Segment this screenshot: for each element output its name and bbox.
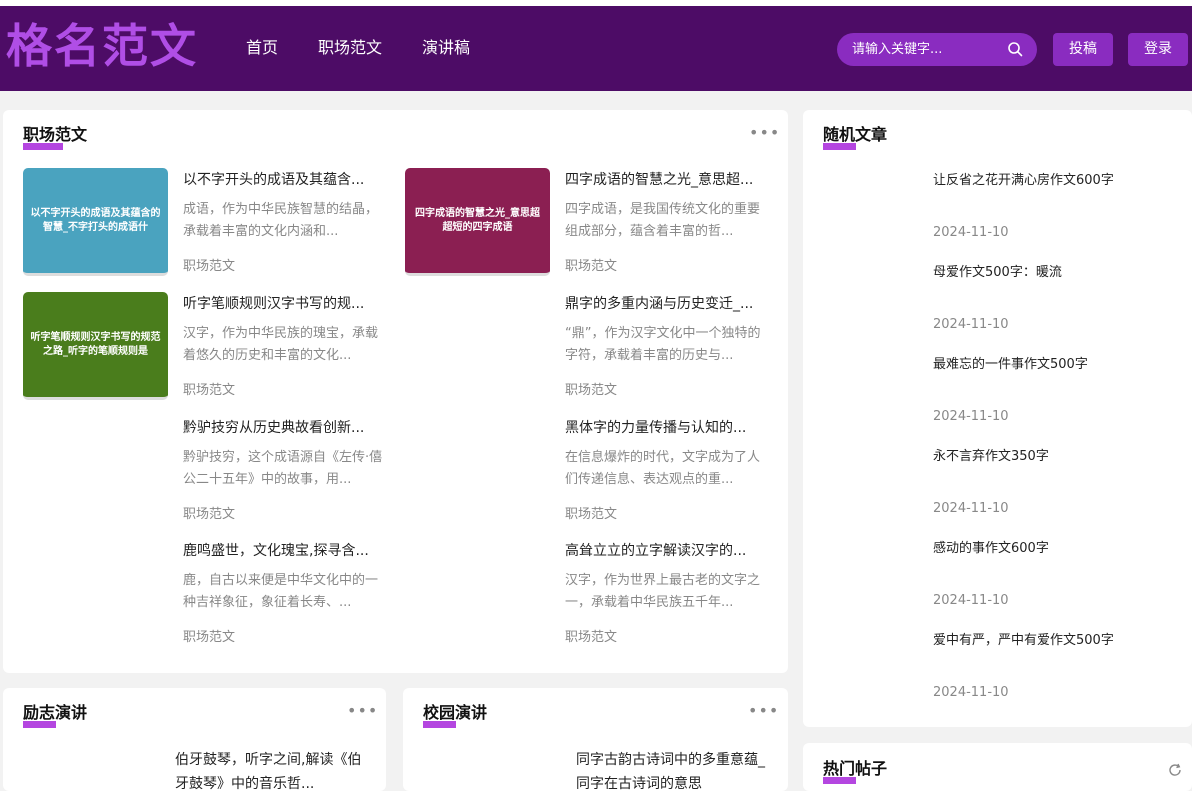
random-article-date: 2024-11-10 xyxy=(933,593,1009,608)
article-summary: 成语，作为中华民族智慧的结晶，承载着丰富的文化内涵和... xyxy=(183,202,379,239)
login-button[interactable]: 登录 xyxy=(1128,33,1188,66)
speech-link[interactable]: 同字古韵古诗词中的多重意蕴_同字在古诗词的意思 xyxy=(576,748,766,791)
card-title: 励志演讲 xyxy=(23,703,88,722)
more-icon[interactable]: ••• xyxy=(748,703,779,719)
submit-button[interactable]: 投稿 xyxy=(1053,33,1113,66)
more-icon[interactable]: ••• xyxy=(749,125,780,141)
article-category[interactable]: 职场范文 xyxy=(183,629,235,647)
article-title[interactable]: 黔驴技穷从历史典故看创新... xyxy=(183,418,383,438)
article-summary: 黔驴技穷，这个成语源自《左传·僖公二十五年》中的故事，用... xyxy=(183,450,383,487)
article-summary: 四字成语，是我国传统文化的重要组成部分，蕴含着丰富的哲... xyxy=(565,202,761,239)
card-title: 职场范文 xyxy=(23,125,88,144)
site-logo[interactable]: 格名范文 xyxy=(6,18,198,74)
random-article-link[interactable]: 让反省之花开满心房作文600字 xyxy=(933,172,1114,190)
random-article-link[interactable]: 母爱作文500字：暖流 xyxy=(933,264,1062,282)
article-category[interactable]: 职场范文 xyxy=(565,258,617,276)
article-title[interactable]: 高耸立立的立字解读汉字的... xyxy=(565,541,765,561)
search-icon[interactable] xyxy=(1007,41,1023,57)
article-category[interactable]: 职场范文 xyxy=(183,258,235,276)
random-article-link[interactable]: 感动的事作文600字 xyxy=(933,540,1049,558)
site-header: 格名范文 首页 职场范文 演讲稿 请输入关键字... 投稿 登录 xyxy=(0,6,1192,91)
search-box[interactable]: 请输入关键字... xyxy=(837,33,1037,66)
card-title: 随机文章 xyxy=(823,125,888,144)
article-title[interactable]: 黑体字的力量传播与认知的... xyxy=(565,418,765,438)
random-article-date: 2024-11-10 xyxy=(933,409,1009,424)
random-article-link[interactable]: 永不言弃作文350字 xyxy=(933,448,1049,466)
campus-speech-card: 校园演讲 ••• 同字古韵古诗词中的多重意蕴_同字在古诗词的意思 xyxy=(403,688,788,791)
random-article-date: 2024-11-10 xyxy=(933,317,1009,332)
article-category[interactable]: 职场范文 xyxy=(565,382,617,400)
inspire-speech-card: 励志演讲 ••• 伯牙鼓琴，听字之间,解读《伯牙鼓琴》中的音乐哲... xyxy=(3,688,386,791)
refresh-icon[interactable] xyxy=(1167,762,1183,778)
article-category[interactable]: 职场范文 xyxy=(565,506,617,524)
article-title[interactable]: 以不字开头的成语及其蕴含... xyxy=(183,170,383,190)
article-thumbnail[interactable]: 听字笔顺规则汉字书写的规范之路_听字的笔顺规则是 xyxy=(23,292,168,400)
article-thumbnail[interactable]: 四字成语的智慧之光_意思超超短的四字成语 xyxy=(405,168,550,276)
speech-link[interactable]: 伯牙鼓琴，听字之间,解读《伯牙鼓琴》中的音乐哲... xyxy=(175,748,365,791)
random-articles-card: 随机文章 让反省之花开满心房作文600字 2024-11-10 母爱作文500字… xyxy=(803,110,1192,727)
article-summary: 在信息爆炸的时代，文字成为了人们传递信息、表达观点的重... xyxy=(565,450,761,487)
article-title[interactable]: 鹿鸣盛世，文化瑰宝,探寻含... xyxy=(183,541,383,561)
random-article-link[interactable]: 最难忘的一件事作文500字 xyxy=(933,356,1088,374)
article-title[interactable]: 鼎字的多重内涵与历史变迁_... xyxy=(565,294,765,314)
random-article-date: 2024-11-10 xyxy=(933,685,1009,700)
search-input[interactable]: 请输入关键字... xyxy=(852,41,942,58)
random-article-date: 2024-11-10 xyxy=(933,225,1009,240)
article-thumbnail[interactable]: 以不字开头的成语及其蕴含的智慧_不字打头的成语什 xyxy=(23,168,168,276)
article-category[interactable]: 职场范文 xyxy=(183,506,235,524)
article-title[interactable]: 四字成语的智慧之光_意思超... xyxy=(565,170,765,190)
card-title: 校园演讲 xyxy=(423,703,488,722)
random-article-link[interactable]: 爱中有严，严中有爱作文500字 xyxy=(933,632,1114,650)
article-summary: “鼎”，作为汉字文化中一个独特的字符，承载着丰富的历史与... xyxy=(565,326,761,363)
article-summary: 鹿，自古以来便是中华文化中的一种吉祥象征，象征着长寿、... xyxy=(183,573,379,610)
nav-home[interactable]: 首页 xyxy=(246,36,278,60)
nav-workplace[interactable]: 职场范文 xyxy=(318,36,382,60)
random-article-date: 2024-11-10 xyxy=(933,501,1009,516)
card-title: 热门帖子 xyxy=(823,759,888,778)
article-category[interactable]: 职场范文 xyxy=(565,629,617,647)
article-summary: 汉字，作为中华民族的瑰宝，承载着悠久的历史和丰富的文化... xyxy=(183,326,379,363)
workplace-card: 职场范文 ••• 以不字开头的成语及其蕴含的智慧_不字打头的成语什 以不字开头的… xyxy=(3,110,788,673)
article-category[interactable]: 职场范文 xyxy=(183,382,235,400)
article-title[interactable]: 听字笔顺规则汉字书写的规... xyxy=(183,294,383,314)
nav-speech[interactable]: 演讲稿 xyxy=(422,36,470,60)
hot-posts-card: 热门帖子 xyxy=(803,743,1192,791)
more-icon[interactable]: ••• xyxy=(347,703,378,719)
article-summary: 汉字，作为世界上最古老的文字之一，承载着中华民族五千年... xyxy=(565,573,761,610)
